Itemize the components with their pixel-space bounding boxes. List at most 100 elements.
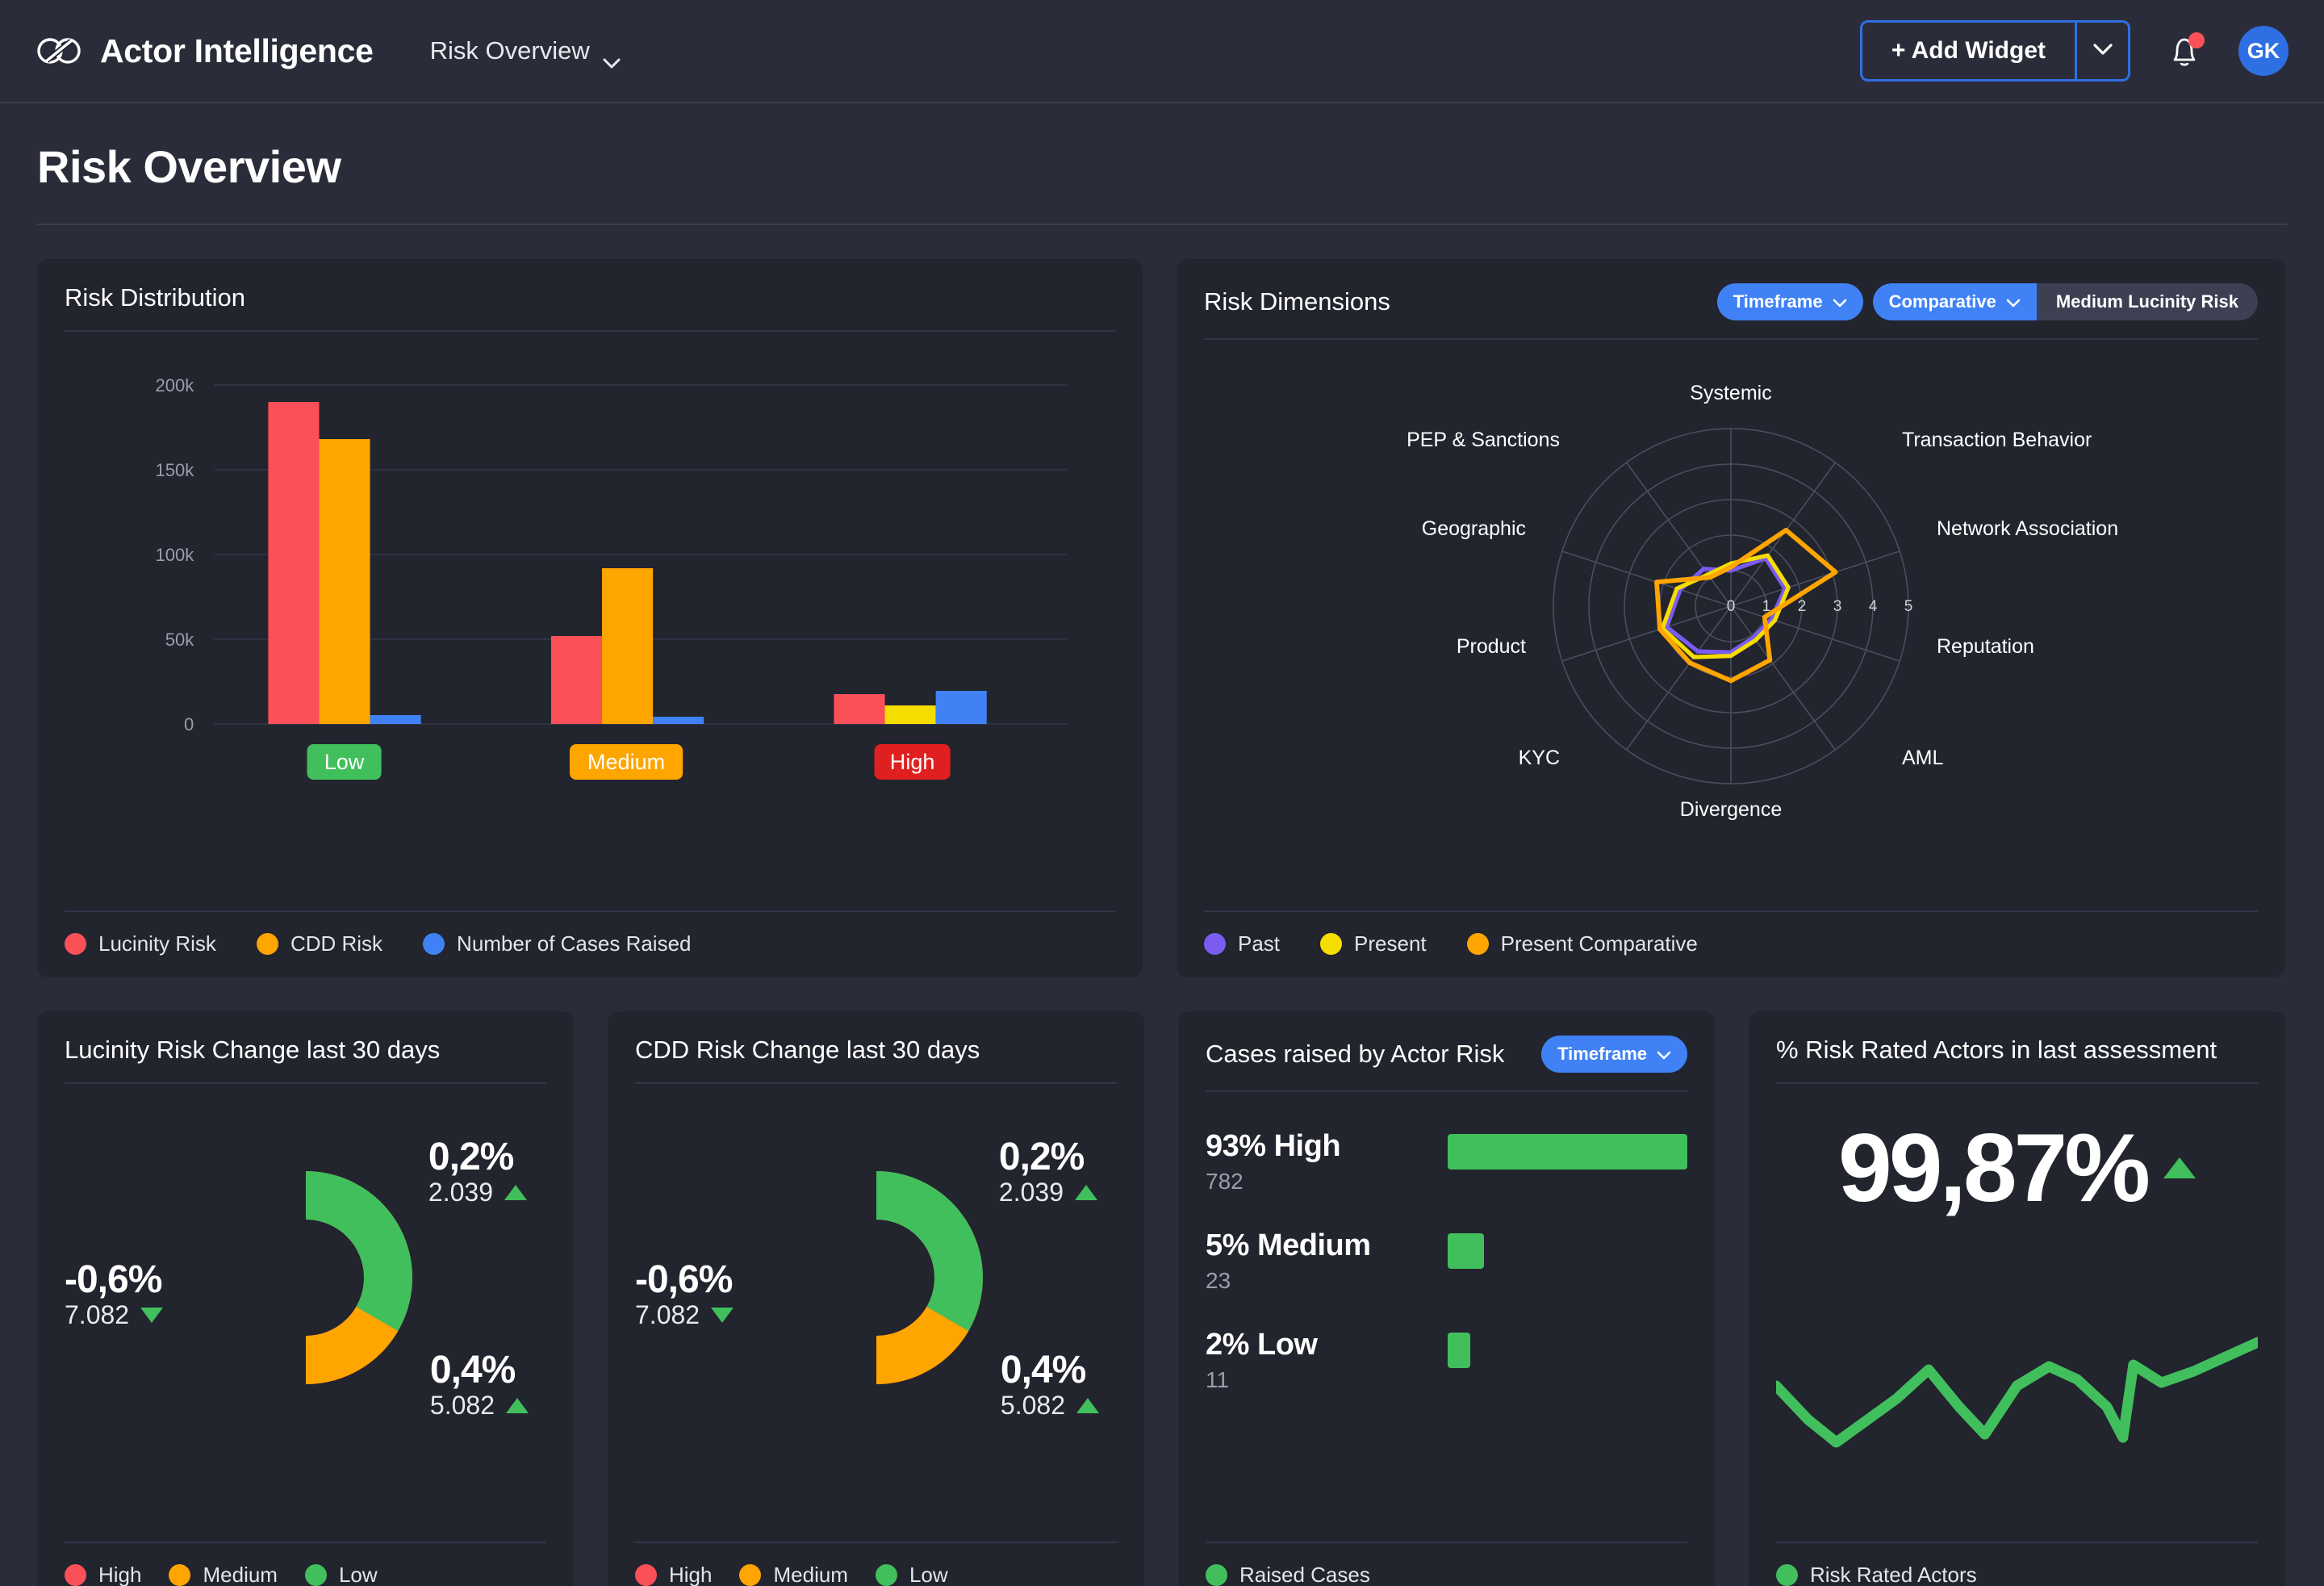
legend-color-swatch (305, 1564, 327, 1586)
risk-dimensions-legend: Past Present Present Comparative (1204, 910, 2258, 956)
category-pill-high: High (875, 744, 951, 780)
case-row[interactable]: 5% Medium 23 (1206, 1228, 1687, 1294)
risk-distribution-chart[interactable]: 200k 150k 100k 50k 0 (65, 332, 1115, 904)
donut-slice-low (306, 1171, 412, 1331)
big-percent-value: 99,87% (1838, 1119, 2147, 1216)
legend-color-swatch (169, 1564, 190, 1586)
legend-item[interactable]: Raised Cases (1206, 1563, 1370, 1586)
legend-item[interactable]: Low (305, 1563, 378, 1586)
legend-item[interactable]: High (635, 1563, 712, 1586)
page-divider (37, 224, 2287, 225)
stat-high: -0,6% 7.082 (65, 1260, 163, 1330)
dashboard-selector-label: Risk Overview (430, 36, 590, 65)
page-title: Risk Overview (37, 140, 2287, 193)
legend-color-swatch (257, 933, 278, 955)
risk-rated-chart[interactable]: 99,87% (1776, 1084, 2258, 1535)
risk-dimensions-chart[interactable]: 0 1 2 3 4 5 (1204, 340, 2258, 904)
legend-color-swatch (1320, 933, 1342, 955)
svg-text:0: 0 (184, 714, 194, 734)
stat-value: 7.082 (65, 1300, 129, 1330)
legend-item[interactable]: Past (1204, 931, 1280, 956)
stat-percent: 0,4% (430, 1350, 529, 1391)
radar-axis-label: Reputation (1937, 635, 2034, 658)
card-title: % Risk Rated Actors in last assessment (1776, 1036, 2217, 1065)
legend-item[interactable]: Medium (739, 1563, 847, 1586)
trend-down-icon (711, 1308, 734, 1323)
radar-axis-label: Transaction Behavior (1902, 429, 2092, 451)
legend-item[interactable]: Lucinity Risk (65, 931, 216, 956)
radar-axis-label: AML (1902, 747, 1944, 769)
legend-color-swatch (739, 1564, 761, 1586)
case-bar (1448, 1233, 1484, 1269)
stat-value-row: 2.039 (999, 1178, 1097, 1207)
risk-rated-legend: Risk Rated Actors (1776, 1542, 2258, 1586)
radar-axis-label: PEP & Sanctions (1407, 429, 1560, 451)
dashboard-row-2: Lucinity Risk Change last 30 days 0,2% 2… (0, 1011, 2324, 1586)
chevron-down-icon (1833, 291, 1847, 312)
donut-slice-low (876, 1171, 983, 1331)
timeframe-dropdown[interactable]: Timeframe (1541, 1036, 1687, 1073)
legend-label: Present (1354, 931, 1427, 956)
card-cdd-risk-change: CDD Risk Change last 30 days 0,2% 2.039 (608, 1011, 1144, 1586)
trend-up-icon (504, 1185, 527, 1200)
infinity-logo-icon (36, 35, 82, 67)
stat-value-row: 5.082 (430, 1391, 529, 1421)
timeframe-label: Timeframe (1557, 1044, 1647, 1065)
case-label: 93% High (1206, 1129, 1423, 1164)
svg-text:0: 0 (1727, 598, 1736, 615)
radar-axis-label: Systemic (1690, 382, 1771, 404)
legend-item[interactable]: Number of Cases Raised (423, 931, 691, 956)
legend-label: High (669, 1563, 712, 1586)
legend-item[interactable]: Low (876, 1563, 948, 1586)
stat-value-row: 5.082 (1001, 1391, 1099, 1421)
legend-item[interactable]: CDD Risk (257, 931, 382, 956)
case-bar (1448, 1333, 1470, 1368)
legend-item[interactable]: Present (1320, 931, 1427, 956)
stat-value: 5.082 (1001, 1391, 1065, 1421)
add-widget-button[interactable]: + Add Widget (1862, 23, 2075, 79)
comparative-label: Comparative (1889, 291, 1996, 312)
brand: Actor Intelligence (36, 32, 374, 70)
case-row[interactable]: 93% High 782 (1206, 1129, 1687, 1195)
legend-color-swatch (1206, 1564, 1227, 1586)
trend-up-icon (1076, 1398, 1099, 1413)
radar-chart-canvas: 0 1 2 3 4 5 (1204, 348, 2258, 864)
stat-value: 2.039 (999, 1178, 1064, 1207)
cases-raised-chart[interactable]: 93% High 782 5% Medium 23 2% Low 11 (1206, 1092, 1687, 1535)
card-title: Risk Distribution (65, 283, 245, 312)
risk-dimensions-controls: Timeframe Comparative Medium Lucinity Ri… (1717, 283, 2258, 320)
svg-text:5: 5 (1904, 598, 1913, 615)
svg-text:200k: 200k (155, 375, 194, 395)
brand-name: Actor Intelligence (100, 32, 374, 70)
legend-label: Low (339, 1563, 378, 1586)
svg-text:3: 3 (1833, 598, 1842, 615)
legend-color-swatch (423, 933, 445, 955)
timeframe-dropdown[interactable]: Timeframe (1717, 283, 1863, 320)
legend-item[interactable]: High (65, 1563, 141, 1586)
category-pill-low: Low (307, 744, 381, 780)
case-row[interactable]: 2% Low 11 (1206, 1328, 1687, 1393)
comparative-dropdown[interactable]: Comparative (1873, 283, 2037, 320)
legend-item[interactable]: Risk Rated Actors (1776, 1563, 1977, 1586)
sparkline-svg (1776, 1329, 2258, 1483)
notifications-button[interactable] (2166, 31, 2203, 71)
stat-percent: 0,2% (999, 1137, 1097, 1178)
top-bar-actions: + Add Widget GK (1860, 20, 2288, 82)
case-text: 93% High 782 (1206, 1129, 1423, 1195)
stat-medium: 0,4% 5.082 (430, 1350, 529, 1421)
card-cases-raised: Cases raised by Actor Risk Timeframe 93%… (1178, 1011, 1715, 1586)
legend-color-swatch (1467, 933, 1489, 955)
avatar[interactable]: GK (2238, 26, 2288, 76)
card-title: Risk Dimensions (1204, 287, 1390, 316)
chevron-down-icon (1657, 1044, 1671, 1065)
lucinity-donut-chart[interactable]: 0,2% 2.039 -0,6% 7.082 0,4% (65, 1084, 546, 1535)
bell-icon (2166, 61, 2203, 74)
risk-distribution-legend: Lucinity Risk CDD Risk Number of Cases R… (65, 910, 1115, 956)
card-header: Risk Dimensions Timeframe Comparative (1204, 283, 2258, 340)
add-widget-dropdown-toggle[interactable] (2075, 23, 2128, 79)
dashboard-selector[interactable]: Risk Overview (430, 36, 621, 65)
case-text: 5% Medium 23 (1206, 1228, 1423, 1294)
legend-item[interactable]: Medium (169, 1563, 277, 1586)
legend-item[interactable]: Present Comparative (1467, 931, 1698, 956)
cdd-donut-chart[interactable]: 0,2% 2.039 -0,6% 7.082 0,4% (635, 1084, 1117, 1535)
